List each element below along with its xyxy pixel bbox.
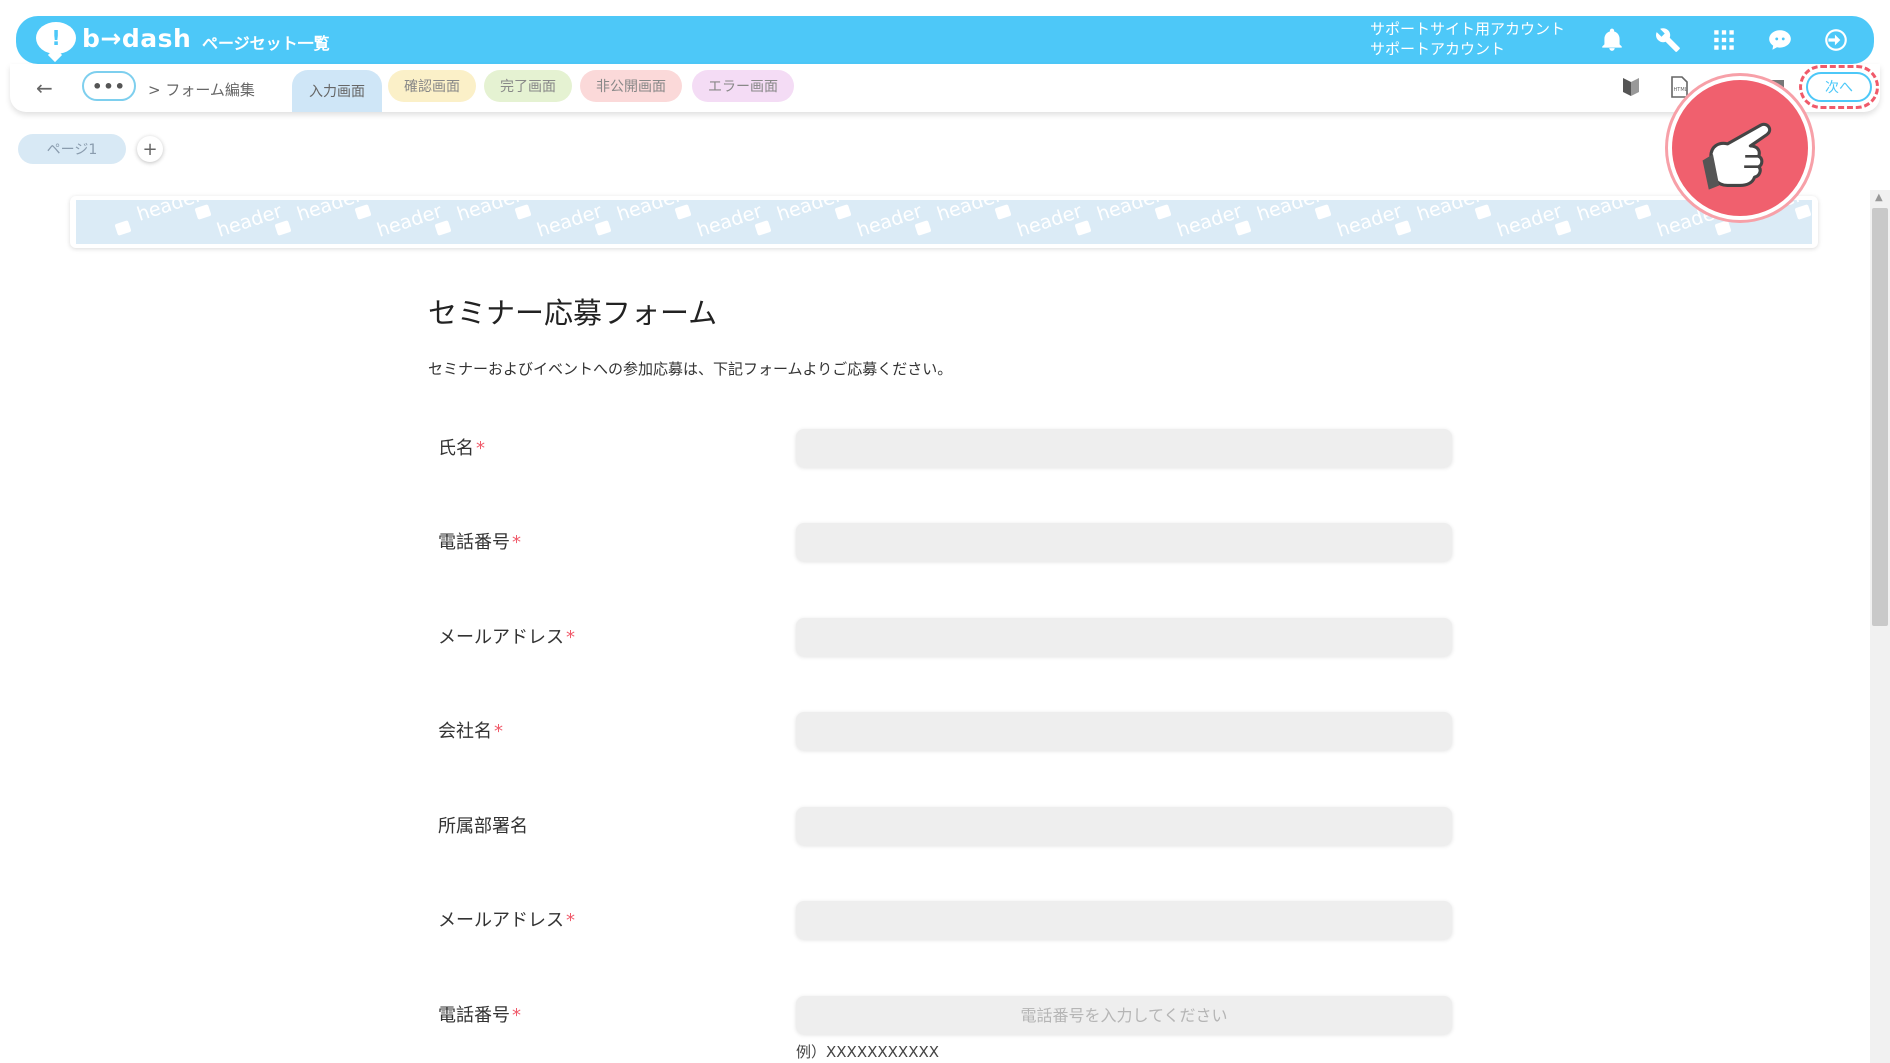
scroll-up-arrow-icon[interactable]: ▲ — [1875, 192, 1883, 203]
banner-image-icon — [1154, 204, 1172, 220]
banner-image-icon — [1314, 204, 1332, 220]
required-mark: * — [566, 627, 575, 648]
banner-watermark-text: header — [134, 200, 205, 226]
banner-image-icon — [1714, 220, 1732, 236]
apps-grid-icon[interactable] — [1706, 24, 1742, 56]
top-bar: ! b→dash ページセット一覧 サポートサイト用アカウント サポートアカウン… — [16, 16, 1874, 64]
banner-watermark-text: header — [854, 200, 925, 242]
banner-watermark-text: header — [774, 200, 845, 226]
banner-watermark-text: header — [1174, 200, 1245, 242]
form-description[interactable]: セミナーおよびイベントへの参加応募は、下記フォームよりご応募ください。 — [428, 358, 952, 379]
header-placeholder-image: header header header header header header head… — [76, 200, 1812, 244]
banner-image-icon — [1474, 204, 1492, 220]
phone-hint: 例）XXXXXXXXXXX — [796, 1043, 940, 1061]
field-label-department[interactable]: 所属部署名 — [438, 812, 528, 838]
required-mark: * — [494, 721, 503, 742]
banner-watermark-text: header — [1094, 200, 1165, 226]
banner-image-icon — [994, 204, 1012, 220]
page-tab-1[interactable]: ページ1 — [18, 134, 126, 164]
wrench-icon[interactable] — [1650, 24, 1686, 56]
pointing-hand-icon — [1668, 76, 1812, 220]
banner-watermark-text: header — [1494, 200, 1565, 242]
banner-image-icon — [1074, 220, 1092, 236]
banner-watermark-text: header — [1574, 200, 1645, 226]
banner-image-icon — [834, 204, 852, 220]
banner-image-icon — [1554, 220, 1572, 236]
editor-subbar: ← ••• > フォーム編集 入力画面 確認画面 完了画面 非公開画面 エラー画… — [10, 64, 1880, 112]
banner-image-icon — [594, 220, 612, 236]
svg-text:HTML: HTML — [1674, 87, 1688, 93]
banner-image-icon — [914, 220, 932, 236]
company-field[interactable] — [796, 712, 1452, 750]
email-field-2[interactable] — [796, 901, 1452, 939]
tab-private-screen[interactable]: 非公開画面 — [580, 70, 682, 102]
banner-watermark-text: header — [454, 200, 525, 226]
field-label-phone-2[interactable]: 電話番号 * — [438, 1001, 521, 1027]
banner-image-icon — [514, 204, 532, 220]
banner-watermark-text: header — [214, 200, 285, 242]
bell-icon[interactable] — [1594, 24, 1630, 56]
breadcrumb-more-button[interactable]: ••• — [82, 71, 136, 101]
banner-image-icon — [354, 204, 372, 220]
header-image-block[interactable]: header header header header header header head… — [70, 196, 1818, 248]
required-mark: * — [476, 438, 485, 459]
email-field[interactable] — [796, 618, 1452, 656]
field-label-email[interactable]: メールアドレス * — [438, 623, 575, 649]
phone-field-2[interactable] — [796, 996, 1452, 1034]
tab-complete-screen[interactable]: 完了画面 — [484, 70, 572, 102]
department-field[interactable] — [796, 807, 1452, 845]
banner-watermark-text: header — [694, 200, 765, 242]
account-line-1: サポートサイト用アカウント — [1370, 20, 1566, 38]
banner-image-icon — [754, 220, 772, 236]
tab-confirm-screen[interactable]: 確認画面 — [388, 70, 476, 102]
tab-error-screen[interactable]: エラー画面 — [692, 70, 794, 102]
page-scrollbar[interactable]: ▲ — [1870, 190, 1890, 1063]
form-title[interactable]: セミナー応募フォーム — [428, 290, 717, 332]
banner-watermark-text: header — [1014, 200, 1085, 242]
banner-watermark-text: header — [1414, 200, 1485, 226]
tab-input-screen[interactable]: 入力画面 — [292, 70, 382, 112]
beginner-mark-icon[interactable] — [1614, 70, 1648, 104]
page-title[interactable]: ページセット一覧 — [202, 30, 330, 54]
required-mark: * — [512, 532, 521, 553]
account-info[interactable]: サポートサイト用アカウント サポートアカウント — [1370, 19, 1565, 59]
banner-watermark-text: header — [1334, 200, 1405, 242]
chat-bot-icon[interactable] — [1762, 24, 1798, 56]
required-mark: * — [512, 1005, 521, 1026]
required-mark: * — [566, 910, 575, 931]
banner-image-icon — [1794, 204, 1812, 220]
field-label-phone[interactable]: 電話番号 * — [438, 528, 521, 554]
field-label-name[interactable]: 氏名 * — [438, 434, 485, 460]
banner-watermark-text: header — [534, 200, 605, 242]
logo-text: b→dash — [82, 23, 192, 53]
name-field[interactable] — [796, 429, 1452, 467]
banner-image-icon — [114, 220, 132, 236]
bdash-logo[interactable]: ! b→dash — [36, 22, 191, 54]
add-page-button[interactable]: + — [137, 136, 163, 162]
back-arrow-icon[interactable]: ← — [36, 76, 53, 100]
field-label-company[interactable]: 会社名 * — [438, 717, 503, 743]
banner-image-icon — [674, 204, 692, 220]
logo-speech-icon: ! — [36, 22, 76, 54]
banner-image-icon — [1234, 220, 1252, 236]
banner-watermark-text: header — [614, 200, 685, 226]
banner-watermark-text: header — [294, 200, 365, 226]
banner-watermark-text: header — [374, 200, 445, 242]
banner-image-icon — [194, 204, 212, 220]
scrollbar-thumb[interactable] — [1872, 208, 1888, 626]
logout-icon[interactable] — [1818, 24, 1854, 56]
account-line-2: サポートアカウント — [1370, 40, 1506, 58]
breadcrumb-current: > フォーム編集 — [148, 81, 255, 99]
next-button[interactable]: 次へ — [1799, 65, 1879, 109]
banner-image-icon — [1634, 204, 1652, 220]
banner-image-icon — [274, 220, 292, 236]
banner-watermark-text: header — [1254, 200, 1325, 226]
phone-field[interactable] — [796, 523, 1452, 561]
banner-image-icon — [1394, 220, 1412, 236]
field-label-email-2[interactable]: メールアドレス * — [438, 906, 575, 932]
banner-watermark-text: header — [934, 200, 1005, 226]
banner-image-icon — [434, 220, 452, 236]
